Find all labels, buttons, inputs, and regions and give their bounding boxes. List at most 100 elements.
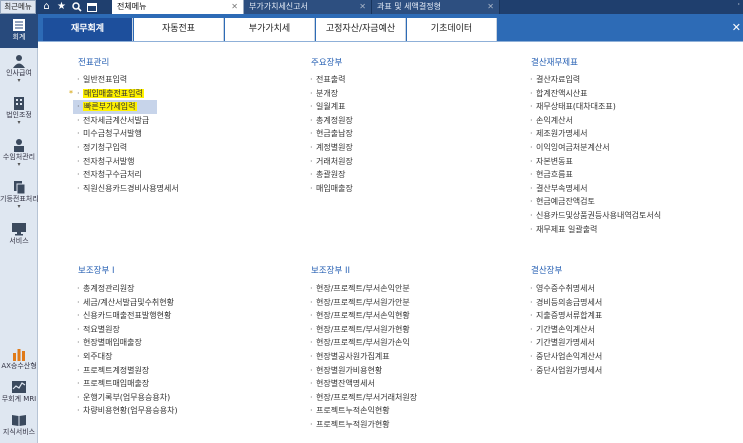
close-icon[interactable]: ✕ xyxy=(732,22,741,34)
menu-item[interactable]: 세금/계산서발급및수취현황 xyxy=(77,296,178,310)
menu-item[interactable]: 결산자료입력 xyxy=(530,73,661,87)
menu-item[interactable]: 전자청구수금처리 xyxy=(77,168,179,182)
tab-vat[interactable]: 부가가치세 xyxy=(225,18,315,41)
tab-all-menu[interactable]: 전체메뉴 ✕ xyxy=(112,0,244,14)
menu-item[interactable]: 신용카드매출전표발행현황 xyxy=(77,309,178,323)
list-closing: 결산자료입력 합계잔액시산표 재무상태표(대차대조표) 손익계산서 제조원가명세… xyxy=(530,73,661,236)
rail-label: AX승수산형 xyxy=(1,362,37,370)
menu-item[interactable]: 중단사업손익계산서 xyxy=(530,350,602,364)
menu-item[interactable]: 계정별원장 xyxy=(310,141,353,155)
menu-item[interactable]: 정기청구입력 xyxy=(77,141,179,155)
close-icon[interactable]: ✕ xyxy=(359,0,366,14)
rail-label: 무회계 MRI xyxy=(1,395,37,403)
tab-all-menu-label: 전체메뉴 xyxy=(117,2,147,11)
menu-item[interactable]: 전자세금계산서발급 xyxy=(77,114,179,128)
menu-item[interactable]: 총괄원장 xyxy=(310,168,353,182)
menu-item[interactable]: 프로젝트계정별원장 xyxy=(77,364,178,378)
tab-financial-accounting[interactable]: 재무회계 xyxy=(43,18,133,41)
menu-item[interactable]: 현금흐름표 xyxy=(530,168,661,182)
menu-item[interactable]: 분개장 xyxy=(310,87,353,101)
ledger-icon xyxy=(13,19,25,31)
section-title-aux2: 보조장부 II xyxy=(311,266,350,276)
menu-item[interactable]: 중단사업원가명세서 xyxy=(530,364,602,378)
menu-item[interactable]: 매입매출전표입력 xyxy=(69,87,179,101)
menu-item[interactable]: 현장/프로젝트/부서손익현황 xyxy=(310,309,417,323)
menu-item[interactable]: 경비등의송금명세서 xyxy=(530,296,602,310)
rail-item-corporate-adjust[interactable]: 법인조정 ▾ xyxy=(0,96,38,126)
menu-item[interactable]: 프로젝트누적원가현황 xyxy=(310,418,417,432)
menu-item[interactable]: 현장별잔액명세서 xyxy=(310,377,417,391)
person-icon xyxy=(13,55,25,68)
menu-item[interactable]: 현장/프로젝트/부서원가안분 xyxy=(310,296,417,310)
menu-item[interactable]: 합계잔액시산표 xyxy=(530,87,661,101)
menu-item[interactable]: 외주대장 xyxy=(77,350,178,364)
calendar-icon[interactable] xyxy=(85,0,98,14)
menu-item[interactable]: 빠른부가세입력 xyxy=(73,100,157,114)
menu-item[interactable]: 총계정관리원장 xyxy=(77,282,178,296)
rail-item-slip-processing[interactable]: 기등전표처리 ▾ xyxy=(0,180,38,210)
building-icon xyxy=(14,97,24,110)
rail-item-client-management[interactable]: 수임처관리 ▾ xyxy=(0,138,38,168)
home-icon[interactable]: ⌂ xyxy=(40,0,53,14)
tab-vat-return[interactable]: 부가가치세신고서 ✕ xyxy=(244,0,372,14)
menu-item[interactable]: 현장/프로젝트/부서원가현황 xyxy=(310,323,417,337)
menu-item[interactable]: 직원신용카드경비사용명세서 xyxy=(77,182,179,196)
star-icon[interactable]: ★ xyxy=(55,0,68,14)
menu-item[interactable]: 매입매출장 xyxy=(310,182,353,196)
menu-item[interactable]: 결산부속명세서 xyxy=(530,182,661,196)
menu-item[interactable]: 영수증수취명세서 xyxy=(530,282,602,296)
section-title-closing-ledger: 결산장부 xyxy=(531,266,563,276)
tab-fixed-assets-budget[interactable]: 고정자산/자금예산 xyxy=(316,18,406,41)
menu-item[interactable]: 운행기록부(업무용승용차) xyxy=(77,391,178,405)
menu-item[interactable]: 기간별손익계산서 xyxy=(530,323,602,337)
menu-item[interactable]: 현장별원가비용현황 xyxy=(310,364,417,378)
menu-item[interactable]: 이익잉여금처분계산서 xyxy=(530,141,661,155)
tab-base-data[interactable]: 기초데이터 xyxy=(407,18,497,41)
rail-item-knowledge[interactable]: 지식서비스 xyxy=(0,413,38,437)
menu-item[interactable]: 기간별원가명세서 xyxy=(530,336,602,350)
menu-item[interactable]: 현장별매입매출장 xyxy=(77,336,178,350)
menu-item[interactable]: 미수금청구서발행 xyxy=(77,127,179,141)
section-title-slip: 전표관리 xyxy=(78,58,110,68)
menu-item[interactable]: 현장/프로젝트/부서원가손익 xyxy=(310,336,417,350)
tab-auto-slip[interactable]: 자동전표 xyxy=(134,18,224,41)
list-aux2: 현장/프로젝트/부서손익안분 현장/프로젝트/부서원가안분 현장/프로젝트/부서… xyxy=(310,282,417,432)
list-closing-ledger: 영수증수취명세서 경비등의송금명세서 지출증명서류합계표 기간별손익계산서 기간… xyxy=(530,282,602,377)
top-tab-bar: 최근메뉴 ⌂ ★ 전체메뉴 ✕ 부가가치세신고서 ✕ 과표 및 세액결정형 ✕ … xyxy=(0,0,743,14)
menu-item[interactable]: 현장별공사원가집계표 xyxy=(310,350,417,364)
menu-item[interactable]: 거래처원장 xyxy=(310,155,353,169)
menu-item[interactable]: 현장/프로젝트/부서거래처원장 xyxy=(310,391,417,405)
rail-item-mri[interactable]: 무회계 MRI xyxy=(0,380,38,404)
menu-item[interactable]: 프로젝트누적손익현황 xyxy=(310,404,417,418)
menu-item[interactable]: 현금출납장 xyxy=(310,127,353,141)
menu-item[interactable]: 신용카드및상품권등사용내역검토서식 xyxy=(530,209,661,223)
menu-item[interactable]: 차량비용현황(업무용승용차) xyxy=(77,404,178,418)
menu-item[interactable]: 손익계산서 xyxy=(530,114,661,128)
slip-icon xyxy=(14,181,26,194)
menu-item[interactable]: 일반전표입력 xyxy=(77,73,179,87)
menu-item[interactable]: 프로젝트매입매출장 xyxy=(77,377,178,391)
menu-item[interactable]: 재무상태표(대차대조표) xyxy=(530,100,661,114)
rail-item-ax[interactable]: AX승수산형 xyxy=(0,347,38,371)
menu-item[interactable]: 전표출력 xyxy=(310,73,353,87)
menu-item[interactable]: 현장/프로젝트/부서손익안분 xyxy=(310,282,417,296)
list-main-ledger: 전표출력 분개장 일월계표 총계정원장 현금출납장 계정별원장 거래처원장 총괄… xyxy=(310,73,353,195)
close-icon[interactable]: ✕ xyxy=(231,0,238,14)
menu-item[interactable]: 일월계표 xyxy=(310,100,353,114)
menu-item[interactable]: 현금예금잔액검토 xyxy=(530,195,661,209)
menu-item[interactable]: 자본변동표 xyxy=(530,155,661,169)
rail-item-service[interactable]: 서비스 xyxy=(0,222,38,246)
recent-menu-button[interactable]: 최근메뉴 xyxy=(0,0,36,14)
menu-item[interactable]: 총계정원장 xyxy=(310,114,353,128)
rail-item-payroll[interactable]: 인사급여 ▾ xyxy=(0,54,38,84)
main-panel: 재무회계 자동전표 부가가치세 고정자산/자금예산 기초데이터 ✕ 전표관리 일… xyxy=(38,14,743,443)
menu-item[interactable]: 전자청구서발행 xyxy=(77,155,179,169)
menu-item[interactable]: 재무제표 일괄출력 xyxy=(530,223,661,237)
menu-item[interactable]: 제조원가명세서 xyxy=(530,127,661,141)
close-icon[interactable]: ✕ xyxy=(487,0,494,14)
tab-tax-determination[interactable]: 과표 및 세액결정형 ✕ xyxy=(372,0,500,14)
menu-item[interactable]: 지출증명서류합계표 xyxy=(530,309,602,323)
menu-item[interactable]: 적요별원장 xyxy=(77,323,178,337)
rail-item-accounting[interactable]: 회계 xyxy=(0,14,38,48)
search-icon[interactable] xyxy=(70,0,83,14)
